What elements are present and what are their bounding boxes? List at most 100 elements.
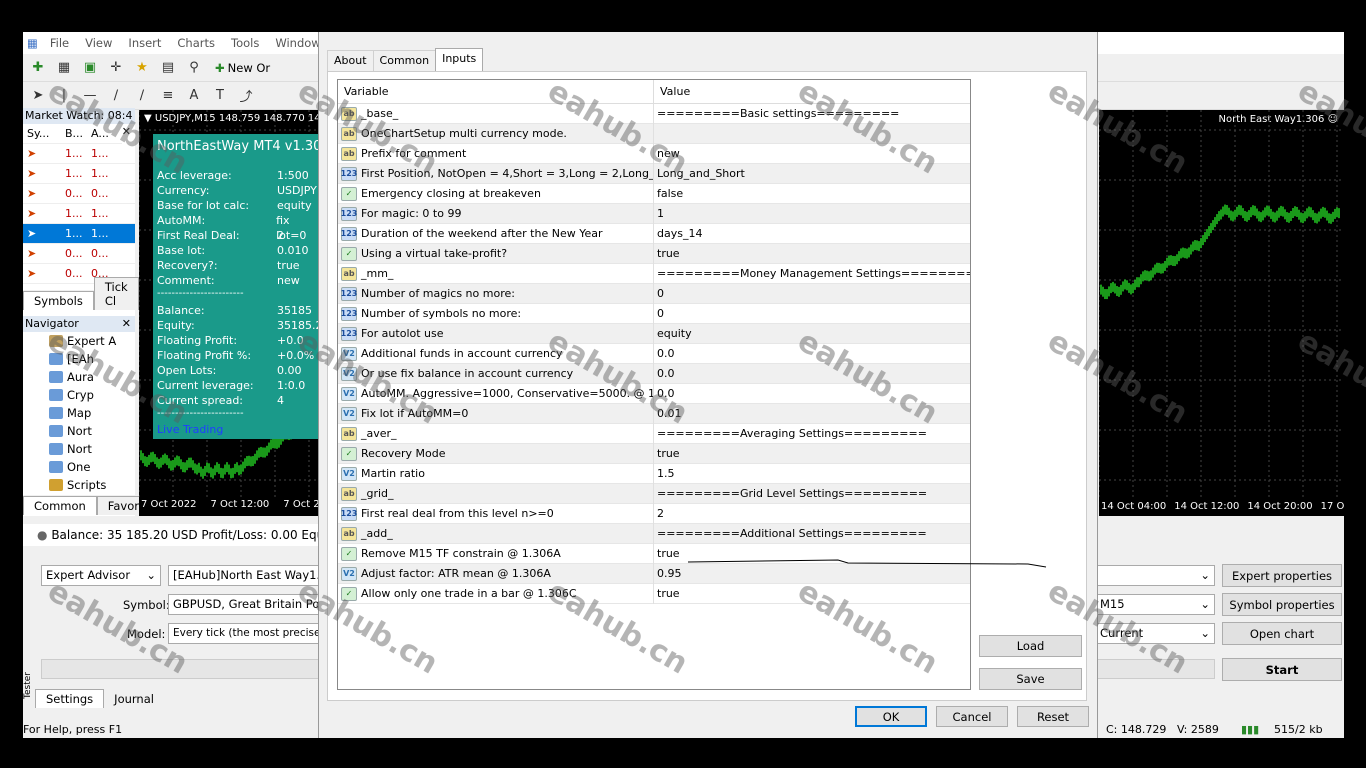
market-watch-row[interactable]: ➤ 1... 1... (23, 224, 135, 244)
input-value[interactable]: new (654, 147, 970, 160)
tester-period-select[interactable]: M15 ⌄ (1095, 594, 1215, 615)
input-value[interactable]: =========Grid Level Settings========= (654, 487, 970, 500)
chart-right[interactable]: North East Way1.306 ☺ 14 Oct 04:00 14 Oc… (1099, 110, 1344, 516)
input-row[interactable]: 123 For magic: 0 to 99 1 (338, 203, 970, 224)
nav-item-expert[interactable]: Cryp (23, 386, 135, 404)
input-value[interactable]: true (654, 587, 970, 600)
menu-view[interactable]: View (77, 36, 120, 50)
input-row[interactable]: V2 Martin ratio 1.5 (338, 463, 970, 484)
channel-icon[interactable]: ∕ (131, 85, 153, 107)
input-row[interactable]: 123 First real deal from this level n>=0 2 (338, 503, 970, 524)
market-watch-row[interactable]: ➤ 1... 1... (23, 204, 135, 224)
navigator-icon[interactable]: ★ (131, 57, 153, 79)
input-value[interactable]: 0 (654, 287, 970, 300)
menu-insert[interactable]: Insert (120, 36, 169, 50)
load-button[interactable]: Load (979, 635, 1082, 657)
input-value[interactable]: 0 (654, 307, 970, 320)
input-value[interactable]: days_14 (654, 227, 970, 240)
tab-symbols[interactable]: Symbols (23, 291, 94, 310)
input-row[interactable]: V2 Or use fix balance in account currency… (338, 363, 970, 384)
input-value[interactable]: true (654, 247, 970, 260)
input-row[interactable]: ✓ Emergency closing at breakeven false (338, 183, 970, 204)
input-value[interactable]: false (654, 187, 970, 200)
nav-item-expert[interactable]: [EAh (23, 350, 135, 368)
menu-file[interactable]: File (42, 36, 77, 50)
input-row[interactable]: ab _grid_ =========Grid Level Settings====… (338, 483, 970, 504)
nav-item-expert[interactable]: Nort (23, 440, 135, 458)
input-value[interactable]: equity (654, 327, 970, 340)
input-value[interactable]: 1.5 (654, 467, 970, 480)
input-row[interactable]: ab _aver_ =========Averaging Settings=====… (338, 423, 970, 444)
tester-type-select[interactable]: Expert Advisor ⌄ (41, 565, 161, 586)
tab-about[interactable]: About (327, 50, 374, 71)
input-row[interactable]: 123 Number of magics no more: 0 (338, 283, 970, 304)
market-watch-row[interactable]: ➤ 0... 0... (23, 184, 135, 204)
input-row[interactable]: V2 AutoMM. Aggressive=1000, Conservative=… (338, 383, 970, 404)
input-row[interactable]: ✓ Allow only one trade in a bar @ 1.306C t… (338, 583, 970, 604)
input-value[interactable]: 1 (654, 207, 970, 220)
label-icon[interactable]: T (209, 85, 231, 107)
input-row[interactable]: 123 First Position, NotOpen = 4,Short = 3… (338, 163, 970, 184)
vertical-line-icon[interactable]: | (53, 85, 75, 107)
tester-symbol-select[interactable]: GBPUSD, Great Britain Pound (168, 594, 323, 615)
tab-common[interactable]: Common (372, 50, 437, 71)
column-symbol[interactable]: Sy... (23, 127, 61, 140)
new-chart-icon[interactable]: ✚ (27, 57, 49, 79)
input-value[interactable]: Long_and_Short (654, 167, 970, 180)
input-value[interactable]: 0.0 (654, 347, 970, 360)
ok-button[interactable]: OK (855, 706, 927, 727)
nav-item-expert[interactable]: One (23, 458, 135, 476)
text-icon[interactable]: A (183, 85, 205, 107)
input-row[interactable]: ✓ Recovery Mode true (338, 443, 970, 464)
input-value[interactable]: =========Averaging Settings========= (654, 427, 970, 440)
tester-ea-select-right[interactable]: ⌄ (1095, 565, 1215, 586)
expert-properties-button[interactable]: Expert properties (1222, 564, 1342, 587)
input-value[interactable]: 2 (654, 507, 970, 520)
arrows-icon[interactable]: ⤴ (235, 85, 257, 107)
tab-common[interactable]: Common (23, 496, 97, 515)
nav-scripts[interactable]: Scripts (23, 476, 135, 494)
tester-icon[interactable]: ⚲ (183, 57, 205, 79)
close-icon[interactable]: ✕ (122, 316, 131, 332)
column-ask[interactable]: A... (87, 127, 113, 140)
column-variable[interactable]: Variable (338, 80, 654, 103)
market-watch-icon[interactable]: ▣ (79, 57, 101, 79)
input-row[interactable]: ab Prefix for comment new (338, 143, 970, 164)
market-watch-row[interactable]: ➤ 1... 1... (23, 164, 135, 184)
profiles-icon[interactable]: ▦ (53, 57, 75, 79)
nav-item-expert[interactable]: Nort (23, 422, 135, 440)
tab-tick-chart[interactable]: Tick Cl (93, 277, 139, 310)
input-value[interactable]: true (654, 447, 970, 460)
menu-tools[interactable]: Tools (223, 36, 267, 50)
tester-model-select[interactable]: Every tick (the most precise me (168, 623, 323, 644)
input-row[interactable]: ab OneChartSetup multi currency mode. (338, 123, 970, 144)
tab-inputs[interactable]: Inputs (435, 48, 484, 71)
input-value[interactable]: 0.0 (654, 367, 970, 380)
cancel-button[interactable]: Cancel (936, 706, 1008, 727)
save-button[interactable]: Save (979, 668, 1082, 690)
column-bid[interactable]: B... (61, 127, 87, 140)
input-value[interactable]: 0.0 (654, 387, 970, 400)
input-row[interactable]: ab _add_ =========Additional Settings=====… (338, 523, 970, 544)
reset-button[interactable]: Reset (1017, 706, 1089, 727)
input-row[interactable]: ab _base_ =========Basic settings========= (338, 103, 970, 124)
tab-journal[interactable]: Journal (104, 690, 164, 708)
nav-item-expert[interactable]: Aura (23, 368, 135, 386)
input-row[interactable]: 123 For autolot use equity (338, 323, 970, 344)
market-watch-row[interactable]: ➤ 0... 0... (23, 244, 135, 264)
horizontal-line-icon[interactable]: — (79, 85, 101, 107)
nav-expert-advisors[interactable]: Expert A (23, 332, 135, 350)
input-value[interactable]: =========Money Management Settings======… (654, 267, 970, 280)
column-value[interactable]: Value (654, 80, 690, 103)
input-value[interactable]: =========Basic settings========= (654, 107, 970, 120)
tester-spread-select[interactable]: Current ⌄ (1095, 623, 1215, 644)
input-row[interactable]: ab _mm_ =========Money Management Settings… (338, 263, 970, 284)
input-row[interactable]: ✓ Using a virtual take-profit? true (338, 243, 970, 264)
menu-charts[interactable]: Charts (169, 36, 223, 50)
tester-ea-select[interactable]: [EAHub]North East Way1.306 (168, 565, 323, 586)
tab-settings[interactable]: Settings (35, 689, 105, 708)
input-row[interactable]: V2 Fix lot if AutoMM=0 0.01 (338, 403, 970, 424)
start-button[interactable]: Start (1222, 658, 1342, 681)
input-value[interactable]: =========Additional Settings========= (654, 527, 970, 540)
fibo-icon[interactable]: ≡ (157, 85, 179, 107)
